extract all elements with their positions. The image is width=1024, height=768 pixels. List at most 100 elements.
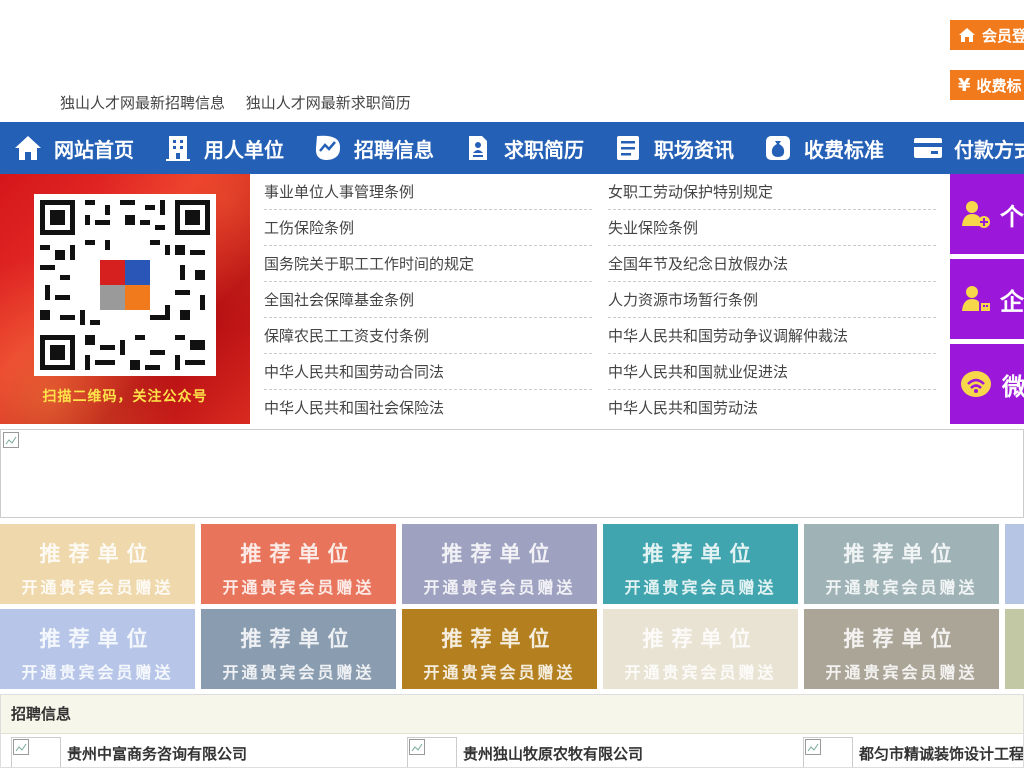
recommend-title: 推荐单位 <box>843 542 960 566</box>
recommend-title: 推荐单位 <box>240 627 357 651</box>
recommend-tile[interactable]: 推荐单位开通贵宾会员赠送 <box>402 524 597 604</box>
company-logo <box>407 737 457 767</box>
recommend-subtitle: 开通贵宾会员赠送 <box>1005 659 1024 683</box>
resume-icon <box>462 132 494 164</box>
recommend-tile[interactable]: 推荐单位开通贵宾会员赠送 <box>201 524 396 604</box>
fee-standard-label: 收费标 <box>976 76 1022 95</box>
nav-payment[interactable]: 付款方式 <box>900 122 1024 174</box>
job-company-item[interactable]: 贵州中富商务咨询有限公司 <box>11 737 247 767</box>
chart-icon <box>312 132 344 164</box>
recommend-subtitle: 开通贵宾会员赠送 <box>222 578 375 597</box>
recommend-subtitle: 开通贵宾会员赠送 <box>624 578 777 597</box>
member-login-label: 会员登 <box>982 26 1024 45</box>
personal-member-label: 个 <box>1000 202 1024 231</box>
wechat-icon <box>960 368 994 400</box>
recommend-tile[interactable]: 推荐单位开通贵宾会员赠送 <box>804 609 999 689</box>
nav-resumes-label: 求职简历 <box>504 137 584 162</box>
recommend-tile[interactable]: 推荐单位开通贵宾会员赠送 <box>402 609 597 689</box>
law-link[interactable]: 中华人民共和国社会保险法 <box>264 390 592 425</box>
law-link[interactable]: 失业保险条例 <box>608 210 936 246</box>
recommend-tile[interactable]: 推荐单位开通贵宾会员赠送 <box>1005 609 1024 689</box>
recommend-tile[interactable]: 推荐单位开通贵宾会员赠送 <box>1005 524 1024 604</box>
company-member-tile[interactable]: 企 <box>950 259 1024 339</box>
qr-code <box>34 194 216 376</box>
nav-employers[interactable]: 用人单位 <box>150 122 300 174</box>
recommend-subtitle: 开通贵宾会员赠送 <box>825 578 978 597</box>
recommend-tile[interactable]: 推荐单位开通贵宾会员赠送 <box>804 524 999 604</box>
law-link[interactable]: 中华人民共和国劳动合同法 <box>264 354 592 390</box>
law-link[interactable]: 中华人民共和国劳动争议调解仲裁法 <box>608 318 936 354</box>
law-link[interactable]: 中华人民共和国就业促进法 <box>608 354 936 390</box>
law-row: 中华人民共和国劳动合同法 中华人民共和国就业促进法 <box>264 354 936 390</box>
job-listings: 招聘信息 贵州中富商务咨询有限公司 贵州独山牧原农牧有限公司 都匀市精诚装饰设计… <box>0 694 1024 768</box>
nav-jobs-label: 招聘信息 <box>354 137 434 162</box>
law-row: 保障农民工工资支付条例 中华人民共和国劳动争议调解仲裁法 <box>264 318 936 354</box>
law-link[interactable]: 全国社会保障基金条例 <box>264 282 592 318</box>
law-link[interactable]: 工伤保险条例 <box>264 210 592 246</box>
latest-resumes-link[interactable]: 独山人才网最新求职简历 <box>246 94 411 112</box>
recommend-subtitle: 开通贵宾会员赠送 <box>21 663 174 682</box>
law-row: 工伤保险条例 失业保险条例 <box>264 210 936 246</box>
site-header: 独山人才网最新招聘信息 独山人才网最新求职简历 会员登 ¥ 收费标 <box>0 0 1024 122</box>
law-link[interactable]: 全国年节及纪念日放假办法 <box>608 246 936 282</box>
member-login-button[interactable]: 会员登 <box>950 20 1024 50</box>
recommend-title: 推荐单位 <box>441 542 558 566</box>
law-link[interactable]: 保障农民工工资支付条例 <box>264 318 592 354</box>
law-link[interactable]: 国务院关于职工工作时间的规定 <box>264 246 592 282</box>
law-row: 中华人民共和国社会保险法 中华人民共和国劳动法 <box>264 390 936 426</box>
recommended-companies: 推荐单位 开通贵宾会员赠送 推荐单位 开通贵宾会员赠送 推荐单位 开通贵宾会员赠送 推荐单位… <box>0 524 1024 690</box>
law-row: 全国社会保障基金条例 人力资源市场暂行条例 <box>264 282 936 318</box>
nav-news-label: 职场资讯 <box>654 137 734 162</box>
recommend-title: 推荐单位 <box>642 542 759 566</box>
fee-standard-button[interactable]: ¥ 收费标 <box>950 70 1024 100</box>
law-links: 事业单位人事管理条例 女职工劳动保护特别规定 工伤保险条例 失业保险条例 国务院… <box>264 174 936 426</box>
recommend-subtitle: 开通贵宾会员赠送 <box>624 663 777 682</box>
recommend-tile[interactable]: 推荐单位开通贵宾会员赠送 <box>0 524 195 604</box>
wechat-tile[interactable]: 微 <box>950 344 1024 424</box>
law-link[interactable]: 中华人民共和国劳动法 <box>608 390 936 425</box>
nav-jobs[interactable]: 招聘信息 <box>300 122 450 174</box>
job-company-item[interactable]: 都匀市精诚装饰设计工程 <box>803 737 1024 767</box>
recommend-subtitle: 开通贵宾会员赠送 <box>1005 574 1024 598</box>
main-nav: 网站首页 用人单位 招聘信息 求职简历 职场资讯 收费标准 付款方式 <box>0 122 1024 174</box>
home-icon <box>958 27 976 43</box>
money-bag-icon <box>762 132 794 164</box>
recommend-title: 推荐单位 <box>39 627 156 651</box>
nav-home-label: 网站首页 <box>54 137 134 162</box>
building-icon <box>162 132 194 164</box>
law-link[interactable]: 人力资源市场暂行条例 <box>608 282 936 318</box>
nav-news[interactable]: 职场资讯 <box>600 122 750 174</box>
recommend-title: 推荐单位 <box>1005 623 1024 653</box>
personal-member-tile[interactable]: 个 <box>950 174 1024 254</box>
law-row: 国务院关于职工工作时间的规定 全国年节及纪念日放假办法 <box>264 246 936 282</box>
recommend-title: 推荐单位 <box>441 627 558 651</box>
law-link[interactable]: 事业单位人事管理条例 <box>264 174 592 210</box>
company-name: 都匀市精诚装饰设计工程 <box>859 744 1024 763</box>
news-icon <box>612 132 644 164</box>
company-name: 贵州独山牧原农牧有限公司 <box>463 744 644 763</box>
ad-banner-image[interactable] <box>0 429 1024 518</box>
recommend-tile[interactable]: 推荐单位开通贵宾会员赠送 <box>603 609 798 689</box>
nav-resumes[interactable]: 求职简历 <box>450 122 600 174</box>
nav-fees[interactable]: 收费标准 <box>750 122 900 174</box>
recommend-tile[interactable]: 推荐单位开通贵宾会员赠送 <box>0 609 195 689</box>
recommend-title: 推荐单位 <box>642 627 759 651</box>
company-user-icon <box>960 283 992 315</box>
recommend-subtitle: 开通贵宾会员赠送 <box>423 663 576 682</box>
recommend-tile[interactable]: 推荐单位开通贵宾会员赠送 <box>201 609 396 689</box>
recommend-subtitle: 开通贵宾会员赠送 <box>222 663 375 682</box>
recommend-title: 推荐单位 <box>843 627 960 651</box>
latest-jobs-link[interactable]: 独山人才网最新招聘信息 <box>60 94 225 112</box>
job-section-title: 招聘信息 <box>1 695 1023 734</box>
company-logo <box>11 737 61 767</box>
nav-home[interactable]: 网站首页 <box>0 122 150 174</box>
recommend-tile[interactable]: 推荐单位开通贵宾会员赠送 <box>603 524 798 604</box>
recommend-subtitle: 开通贵宾会员赠送 <box>21 578 174 597</box>
home-icon <box>12 132 44 164</box>
law-row: 事业单位人事管理条例 女职工劳动保护特别规定 <box>264 174 936 210</box>
job-company-item[interactable]: 贵州独山牧原农牧有限公司 <box>407 737 644 767</box>
law-link[interactable]: 女职工劳动保护特别规定 <box>608 174 936 210</box>
recommend-title: 推荐单位 <box>39 542 156 566</box>
nav-fees-label: 收费标准 <box>804 137 884 162</box>
company-member-label: 企 <box>1000 287 1024 316</box>
